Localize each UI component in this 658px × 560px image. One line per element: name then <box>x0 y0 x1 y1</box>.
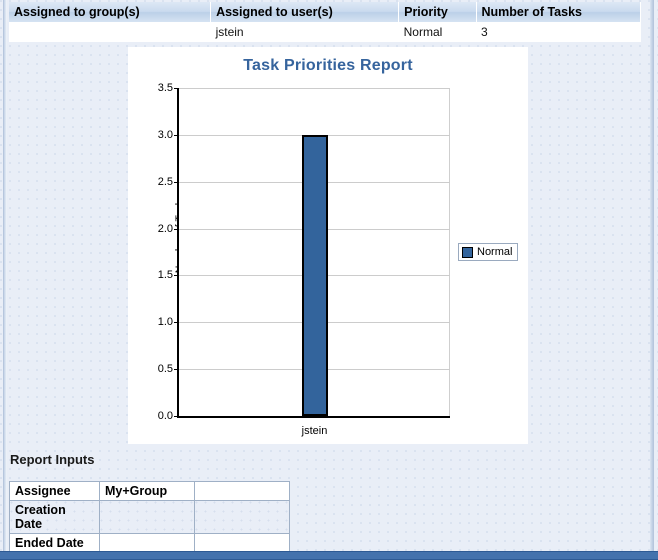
report-input-value2-creation-date <box>194 500 290 534</box>
results-table: Assigned to group(s) Assigned to user(s)… <box>9 2 641 42</box>
y-axis-tick-mark <box>174 275 179 277</box>
x-axis-tick-label: jstein <box>301 425 328 437</box>
plot-area: 0.0 0.5 1.0 1.5 2.0 2.5 3.0 3.5 jstein <box>158 82 450 437</box>
y-axis-tick-label: 2.0 <box>157 222 173 235</box>
report-input-label-assignee: Assignee <box>9 481 100 501</box>
y-axis-tick-label: 2.5 <box>157 175 173 188</box>
y-axis-tick-label: 1.5 <box>157 269 173 282</box>
report-input-row-assignee: Assignee My+Group <box>9 481 290 501</box>
y-axis-tick-mark <box>174 416 179 417</box>
y-axis-tick-mark <box>174 134 179 136</box>
chart-legend: Normal <box>458 243 519 261</box>
chart-title: Task Priorities Report <box>243 57 413 74</box>
chart-panel: Task Priorities Report Number of Tasks 0… <box>128 47 528 444</box>
bar-normal[interactable] <box>301 134 328 416</box>
report-input-row-ended-date: Ended Date <box>9 533 290 553</box>
y-axis-tick-mark <box>174 88 179 89</box>
report-input-value-creation-date <box>99 500 195 534</box>
results-table-header-row: Assigned to group(s) Assigned to user(s)… <box>9 2 641 22</box>
bottom-accent-bar <box>0 551 658 560</box>
plot-right-border <box>449 88 450 416</box>
gridline <box>179 88 450 89</box>
right-frame-border <box>650 0 654 552</box>
left-frame-border <box>3 0 7 552</box>
cell-priority: Normal <box>398 22 476 42</box>
report-inputs-table: Assignee My+Group Creation Date Ended Da… <box>9 481 290 553</box>
y-axis-tick-label: 3.0 <box>157 128 173 141</box>
y-axis-tick-mark <box>174 369 179 371</box>
y-axis-tick-label: 1.0 <box>157 316 173 329</box>
column-header-priority[interactable]: Priority <box>398 2 477 22</box>
report-input-row-creation-date: Creation Date <box>9 500 290 534</box>
y-axis-tick-mark <box>174 322 179 324</box>
cell-number-of-tasks: 3 <box>476 22 641 42</box>
report-input-label-ended-date: Ended Date <box>9 533 100 553</box>
cell-assigned-users: jstein <box>210 22 399 42</box>
y-axis-tick-label: 0.0 <box>157 410 173 422</box>
y-axis-tick-label: 0.5 <box>157 363 173 376</box>
table-row: jstein Normal 3 <box>9 22 641 42</box>
column-header-number-of-tasks[interactable]: Number of Tasks <box>476 2 641 22</box>
report-input-label-creation-date: Creation Date <box>9 500 100 534</box>
report-input-value-assignee: My+Group <box>99 481 195 501</box>
y-axis-tick-mark <box>174 181 179 183</box>
y-axis-tick-label: 3.5 <box>157 82 173 94</box>
column-header-assigned-users[interactable]: Assigned to user(s) <box>210 2 400 22</box>
legend-swatch-normal <box>462 246 473 258</box>
column-header-assigned-groups[interactable]: Assigned to group(s) <box>9 2 212 22</box>
report-inputs-heading: Report Inputs <box>10 452 95 467</box>
report-input-value-ended-date <box>99 533 195 553</box>
legend-label-normal: Normal <box>477 246 513 258</box>
y-axis-tick-mark <box>174 228 179 230</box>
cell-assigned-groups <box>9 22 211 42</box>
report-input-value2-ended-date <box>194 533 290 553</box>
report-input-value2-assignee <box>194 481 290 501</box>
